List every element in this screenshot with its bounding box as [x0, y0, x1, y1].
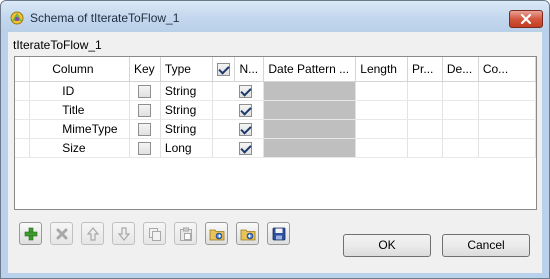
table-row[interactable]: MimeType String — [15, 119, 536, 139]
column-header-nullable[interactable]: N... — [234, 57, 265, 82]
copy-button[interactable] — [143, 222, 166, 245]
column-header-length[interactable]: Length — [355, 57, 409, 82]
cell-default[interactable] — [442, 81, 479, 101]
column-header-type[interactable]: Type — [160, 57, 214, 82]
cell-date-pattern — [263, 138, 357, 158]
cell-column-name[interactable]: Title — [29, 100, 130, 120]
schema-dialog: Schema of tIterateToFlow_1 tIterateToFlo… — [0, 0, 550, 279]
plus-icon — [24, 227, 37, 240]
ok-button[interactable]: OK — [343, 234, 431, 257]
column-header-default[interactable]: De... — [442, 57, 479, 82]
nullable-checkbox[interactable] — [239, 84, 253, 98]
column-header-precision[interactable]: Pr... — [407, 57, 443, 82]
table-row[interactable]: Size Long — [15, 138, 536, 158]
cell-precision[interactable] — [407, 119, 443, 139]
x-icon — [56, 228, 67, 239]
dialog-body: tIterateToFlow_1 Column Key Type N... Da… — [8, 32, 542, 273]
cell-type[interactable]: String — [160, 100, 214, 120]
import-folder-icon — [209, 229, 224, 240]
cell-key[interactable] — [129, 119, 161, 139]
nullable-checkbox[interactable] — [239, 122, 253, 136]
move-down-button[interactable] — [112, 222, 135, 245]
export-schema-button[interactable] — [236, 222, 259, 245]
cell-type[interactable]: Long — [160, 138, 214, 158]
table-header-row: Column Key Type N... Date Pattern ... Le… — [15, 57, 536, 82]
close-window-button[interactable] — [509, 10, 543, 28]
cell-column-name[interactable]: ID — [29, 81, 130, 101]
cell-length[interactable] — [355, 81, 409, 101]
column-header-column[interactable]: Column — [29, 57, 130, 82]
cell-nullable[interactable] — [212, 81, 265, 101]
cell-column-name[interactable]: Size — [29, 138, 130, 158]
save-schema-button[interactable] — [267, 222, 290, 245]
cell-comment[interactable] — [478, 119, 536, 139]
schema-table: Column Key Type N... Date Pattern ... Le… — [14, 56, 537, 210]
copy-icon — [148, 227, 161, 241]
export-folder-icon — [240, 229, 255, 240]
cell-default[interactable] — [442, 100, 479, 120]
cell-precision[interactable] — [407, 81, 443, 101]
key-checkbox[interactable] — [138, 122, 152, 136]
window-title: Schema of tIterateToFlow_1 — [30, 11, 180, 25]
arrow-down-icon — [117, 226, 130, 241]
nullable-all-checkbox[interactable] — [217, 62, 231, 76]
cell-key[interactable] — [129, 138, 161, 158]
import-schema-button[interactable] — [205, 222, 228, 245]
cell-nullable[interactable] — [212, 100, 265, 120]
cell-type[interactable]: String — [160, 81, 214, 101]
add-row-button[interactable] — [19, 222, 42, 245]
cell-comment[interactable] — [478, 138, 536, 158]
cell-length[interactable] — [355, 119, 409, 139]
cancel-button[interactable]: Cancel — [442, 234, 530, 257]
talend-app-icon — [10, 11, 24, 25]
paste-icon — [179, 227, 192, 241]
cell-date-pattern — [263, 100, 357, 120]
key-checkbox[interactable] — [138, 141, 152, 155]
title-bar[interactable]: Schema of tIterateToFlow_1 — [1, 1, 549, 32]
cell-key[interactable] — [129, 81, 161, 101]
cell-precision[interactable] — [407, 138, 443, 158]
component-label: tIterateToFlow_1 — [13, 38, 102, 52]
move-up-button[interactable] — [81, 222, 104, 245]
nullable-checkbox[interactable] — [239, 103, 253, 117]
cell-default[interactable] — [442, 138, 479, 158]
arrow-up-icon — [86, 226, 99, 241]
table-row[interactable]: ID String — [15, 81, 536, 101]
cell-key[interactable] — [129, 100, 161, 120]
key-checkbox[interactable] — [138, 103, 152, 117]
cell-type[interactable]: String — [160, 119, 214, 139]
cell-date-pattern — [263, 81, 357, 101]
remove-row-button[interactable] — [50, 222, 73, 245]
cell-date-pattern — [263, 119, 357, 139]
nullable-checkbox[interactable] — [239, 141, 253, 155]
cell-nullable[interactable] — [212, 138, 265, 158]
cell-comment[interactable] — [478, 81, 536, 101]
column-header-comment[interactable]: Co... — [478, 57, 536, 82]
column-header-key[interactable]: Key — [129, 57, 161, 82]
row-header-corner — [15, 57, 31, 82]
cell-default[interactable] — [442, 119, 479, 139]
paste-button[interactable] — [174, 222, 197, 245]
column-header-date-pattern[interactable]: Date Pattern ... — [263, 57, 357, 82]
cell-length[interactable] — [355, 138, 409, 158]
cell-comment[interactable] — [478, 100, 536, 120]
cell-precision[interactable] — [407, 100, 443, 120]
table-row[interactable]: Title String — [15, 100, 536, 120]
key-checkbox[interactable] — [138, 84, 152, 98]
cell-column-name[interactable]: MimeType — [29, 119, 130, 139]
cell-nullable[interactable] — [212, 119, 265, 139]
close-icon — [520, 14, 532, 24]
column-header-nullable-check[interactable] — [212, 57, 236, 82]
save-disk-icon — [272, 227, 285, 240]
cell-length[interactable] — [355, 100, 409, 120]
